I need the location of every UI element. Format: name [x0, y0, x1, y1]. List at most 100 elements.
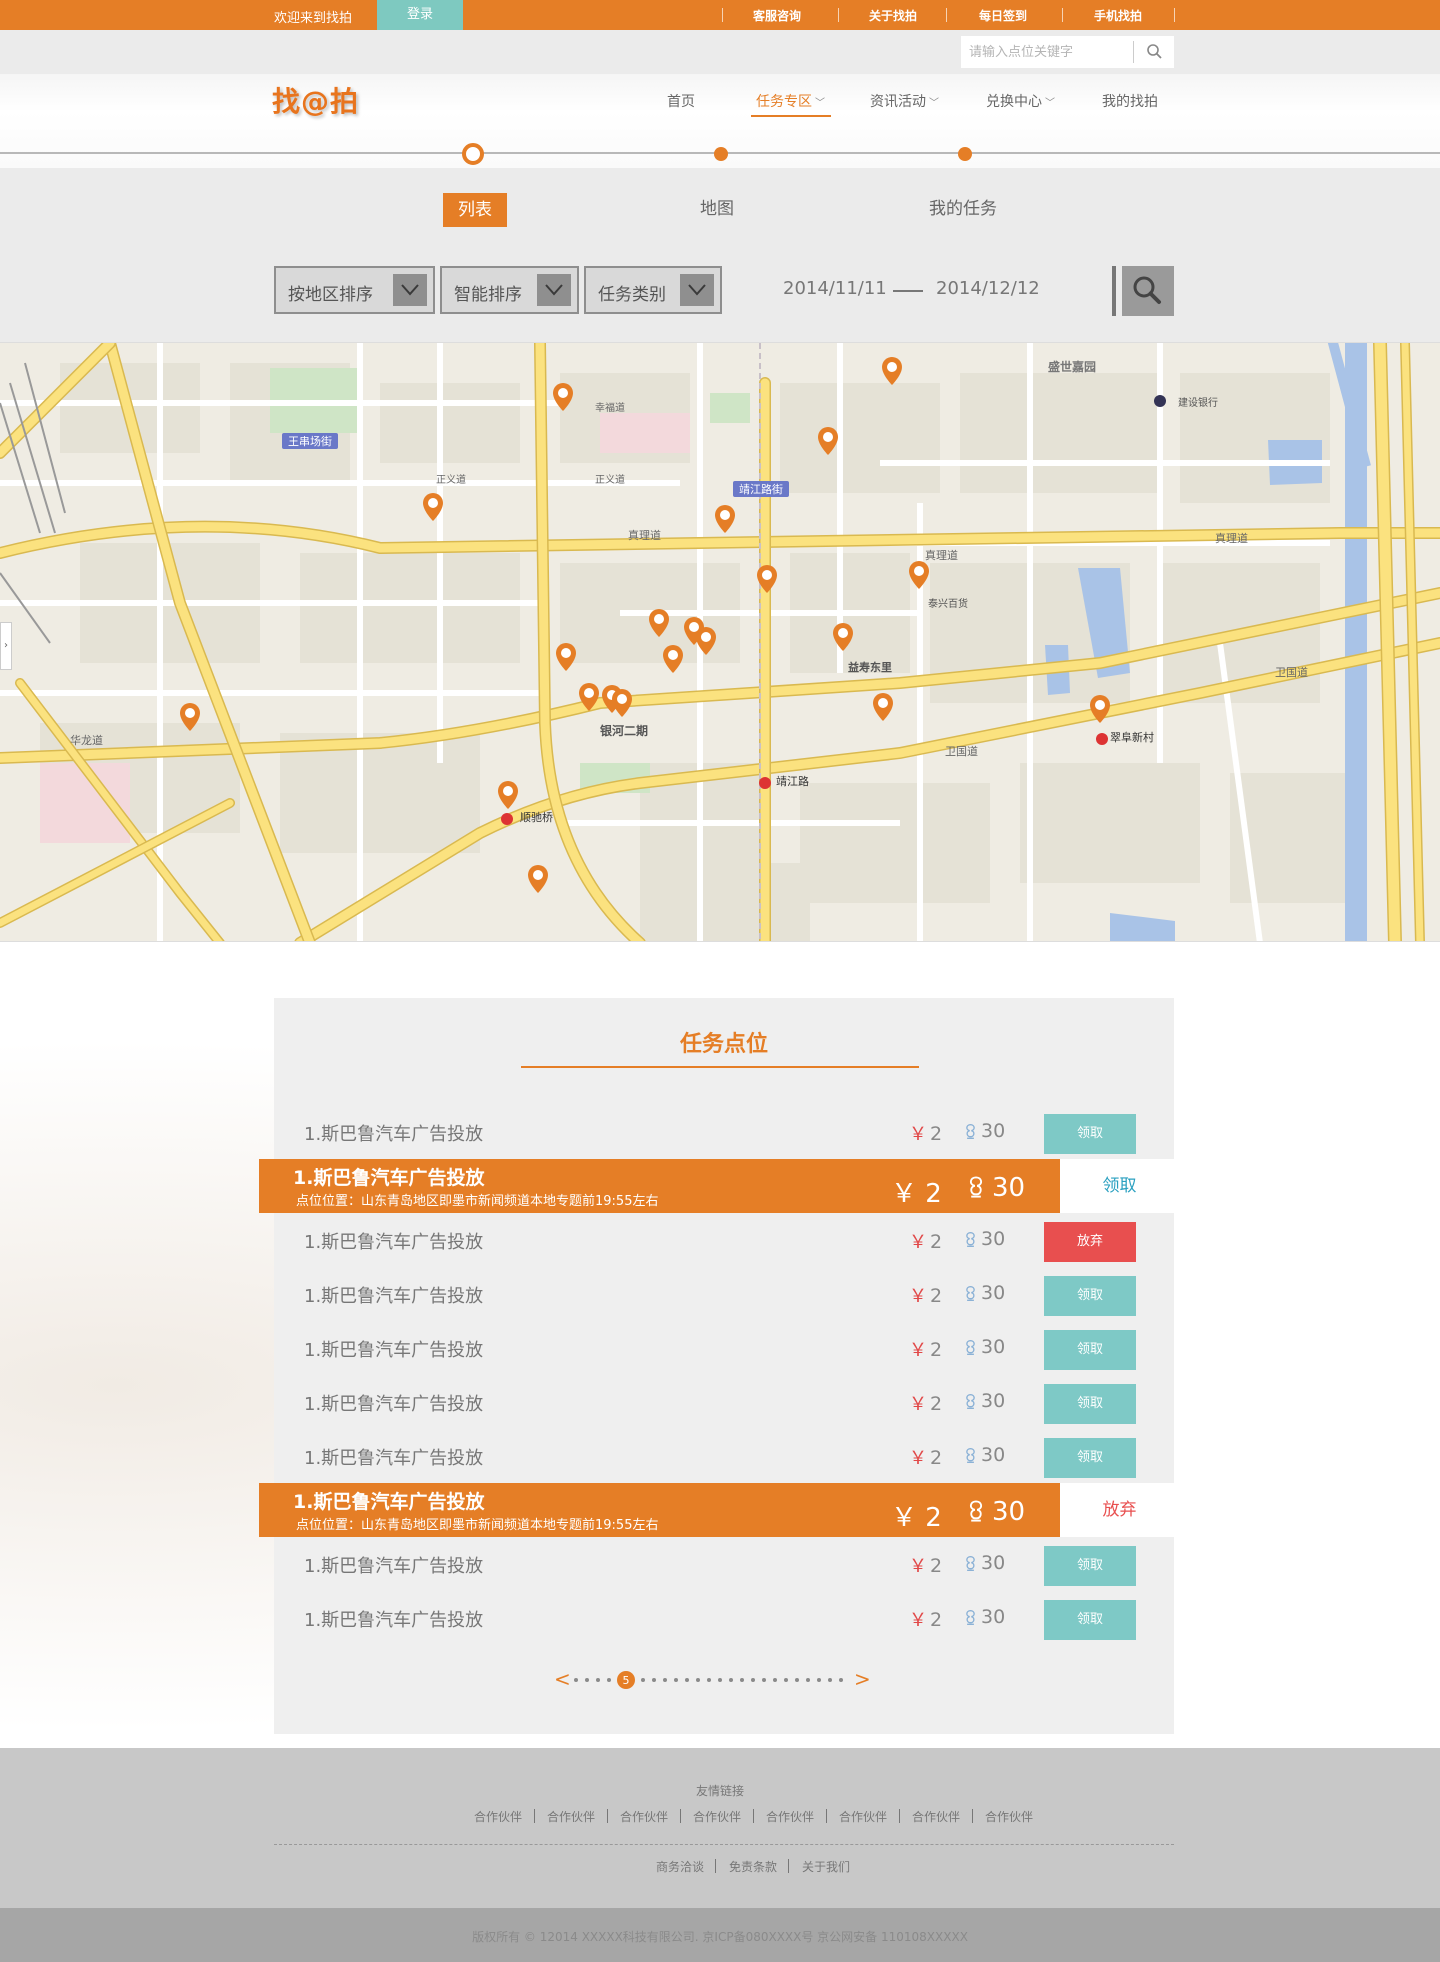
nav-news[interactable]: 资讯活动 ﹀ [870, 91, 939, 111]
page-dot[interactable] [696, 1678, 700, 1682]
nav-my-zhaopai[interactable]: 我的找拍 [1102, 91, 1158, 111]
sort-region-select[interactable]: 按地区排序 [274, 266, 435, 314]
smart-sort-select[interactable]: 智能排序 [440, 266, 579, 314]
page-dot[interactable] [773, 1678, 777, 1682]
page-dot[interactable] [751, 1678, 755, 1682]
reward-points-icon [966, 1610, 975, 1625]
page-dot[interactable] [795, 1678, 799, 1682]
map-road-label: 靖江路 [776, 775, 809, 788]
search-button[interactable] [1139, 40, 1169, 64]
map-view[interactable]: 王串场街 靖江路街 盛世嘉园 真理道 真理道 真理道 靖江路 顺驰桥 翠阜新村 … [0, 342, 1440, 942]
claim-button[interactable]: 领取 [1044, 1384, 1136, 1424]
map-district-label: 王串场街 [288, 434, 332, 448]
footer-link[interactable]: 关于我们 [802, 1858, 850, 1875]
top-link-service[interactable]: 客服咨询 [753, 7, 801, 24]
friend-link[interactable]: 合作伙伴 [693, 1808, 741, 1825]
task-row-expanded[interactable]: 1.斯巴鲁汽车广告投放 点位位置：山东青岛地区即墨市新闻频道本地专题前19:55左… [259, 1483, 1179, 1537]
logo[interactable]: 找@拍 [272, 80, 359, 120]
page-dot[interactable] [574, 1678, 578, 1682]
footer-link[interactable]: 免责条款 [729, 1858, 777, 1875]
page-dot[interactable] [839, 1678, 843, 1682]
task-row[interactable]: 1.斯巴鲁汽车广告投放 ￥ 2 30 领取 [274, 1268, 1174, 1322]
map-canvas[interactable]: 王串场街 靖江路街 盛世嘉园 真理道 真理道 真理道 靖江路 顺驰桥 翠阜新村 … [0, 343, 1440, 942]
abandon-button[interactable]: 放弃 [1060, 1483, 1179, 1537]
task-reward: ￥ 2 [891, 1179, 942, 1209]
claim-button[interactable]: 领取 [1044, 1114, 1136, 1154]
friend-link[interactable]: 合作伙伴 [474, 1808, 522, 1825]
task-row[interactable]: 1.斯巴鲁汽车广告投放 ￥ 2 30 领取 [274, 1322, 1174, 1376]
prev-page-button[interactable]: < [554, 1667, 571, 1691]
claim-button[interactable]: 领取 [1044, 1276, 1136, 1316]
tab-map[interactable]: 地图 [700, 194, 734, 219]
location-pin-icon[interactable] [909, 561, 929, 589]
friend-link[interactable]: 合作伙伴 [839, 1808, 887, 1825]
page-dot[interactable] [817, 1678, 821, 1682]
date-to[interactable]: 2014/12/12 [936, 278, 1040, 299]
page-dot[interactable] [663, 1678, 667, 1682]
friend-link[interactable]: 合作伙伴 [620, 1808, 668, 1825]
top-link-checkin[interactable]: 每日签到 [979, 7, 1027, 24]
location-pin-icon[interactable] [612, 689, 632, 717]
nav-home[interactable]: 首页 [667, 91, 695, 111]
tab-list[interactable]: 列表 [443, 193, 507, 227]
location-pin-icon[interactable] [873, 693, 893, 721]
task-row[interactable]: 1.斯巴鲁汽车广告投放 ￥ 2 30 领取 [274, 1538, 1174, 1592]
page-dot[interactable] [674, 1678, 678, 1682]
page-dot[interactable] [718, 1678, 722, 1682]
top-link-mobile[interactable]: 手机找拍 [1094, 7, 1142, 24]
map-poi-label: 银河二期 [600, 723, 648, 738]
abandon-button[interactable]: 放弃 [1044, 1222, 1136, 1262]
task-row[interactable]: 1.斯巴鲁汽车广告投放 ￥ 2 30 领取 [274, 1592, 1174, 1646]
task-row[interactable]: 1.斯巴鲁汽车广告投放 ￥ 2 30 放弃 [274, 1214, 1174, 1268]
location-pin-icon[interactable] [663, 645, 683, 673]
top-link-about[interactable]: 关于找拍 [869, 7, 917, 24]
claim-button[interactable]: 领取 [1044, 1330, 1136, 1370]
search-input[interactable] [969, 40, 1129, 64]
task-category-select[interactable]: 任务类别 [584, 266, 722, 314]
page-dot[interactable] [685, 1678, 689, 1682]
map-road-label: 真理道 [925, 548, 958, 562]
tab-my-tasks[interactable]: 我的任务 [929, 194, 997, 219]
location-pin-icon[interactable] [528, 865, 548, 893]
page-dot[interactable] [806, 1678, 810, 1682]
page-dot[interactable] [784, 1678, 788, 1682]
task-name: 1.斯巴鲁汽车广告投放 [293, 1167, 485, 1189]
login-button[interactable]: 登录 [377, 0, 463, 34]
task-row[interactable]: 1.斯巴鲁汽车广告投放 ￥ 2 30 领取 [274, 1430, 1174, 1484]
page-dot[interactable] [740, 1678, 744, 1682]
friend-link[interactable]: 合作伙伴 [547, 1808, 595, 1825]
friend-link[interactable]: 合作伙伴 [912, 1808, 960, 1825]
location-pin-icon[interactable] [882, 357, 902, 385]
page-dot[interactable] [762, 1678, 766, 1682]
friend-link[interactable]: 合作伙伴 [985, 1808, 1033, 1825]
page-dot[interactable] [828, 1678, 832, 1682]
page-dot[interactable] [729, 1678, 733, 1682]
claim-button[interactable]: 领取 [1044, 1438, 1136, 1478]
task-points: 30 [962, 1606, 1005, 1628]
task-row[interactable]: 1.斯巴鲁汽车广告投放 ￥ 2 30 领取 [274, 1106, 1174, 1160]
page-dot[interactable] [707, 1678, 711, 1682]
friend-link[interactable]: 合作伙伴 [766, 1808, 814, 1825]
date-from[interactable]: 2014/11/11 [783, 278, 887, 299]
task-points: 30 [962, 1444, 1005, 1466]
page-dot[interactable] [596, 1678, 600, 1682]
nav-tasks[interactable]: 任务专区 ﹀ [756, 91, 825, 111]
location-pin-icon[interactable] [498, 781, 518, 809]
location-pin-icon[interactable] [715, 505, 735, 533]
next-page-button[interactable]: > [854, 1667, 871, 1691]
nav-exchange[interactable]: 兑换中心 ﹀ [986, 91, 1055, 111]
filter-search-button[interactable] [1112, 266, 1174, 316]
map-sidebar-toggle[interactable]: › [0, 622, 12, 670]
footer-link[interactable]: 商务洽谈 [656, 1858, 704, 1875]
claim-button[interactable]: 领取 [1044, 1546, 1136, 1586]
location-pin-icon[interactable] [556, 643, 576, 671]
link-divider [826, 1809, 827, 1823]
page-dot[interactable] [607, 1678, 611, 1682]
page-dot[interactable] [641, 1678, 645, 1682]
claim-button[interactable]: 领取 [1060, 1159, 1179, 1213]
page-dot[interactable] [585, 1678, 589, 1682]
page-dot[interactable] [652, 1678, 656, 1682]
task-row[interactable]: 1.斯巴鲁汽车广告投放 ￥ 2 30 领取 [274, 1376, 1174, 1430]
claim-button[interactable]: 领取 [1044, 1600, 1136, 1640]
task-row-expanded[interactable]: 1.斯巴鲁汽车广告投放 点位位置：山东青岛地区即墨市新闻频道本地专题前19:55左… [259, 1159, 1179, 1213]
